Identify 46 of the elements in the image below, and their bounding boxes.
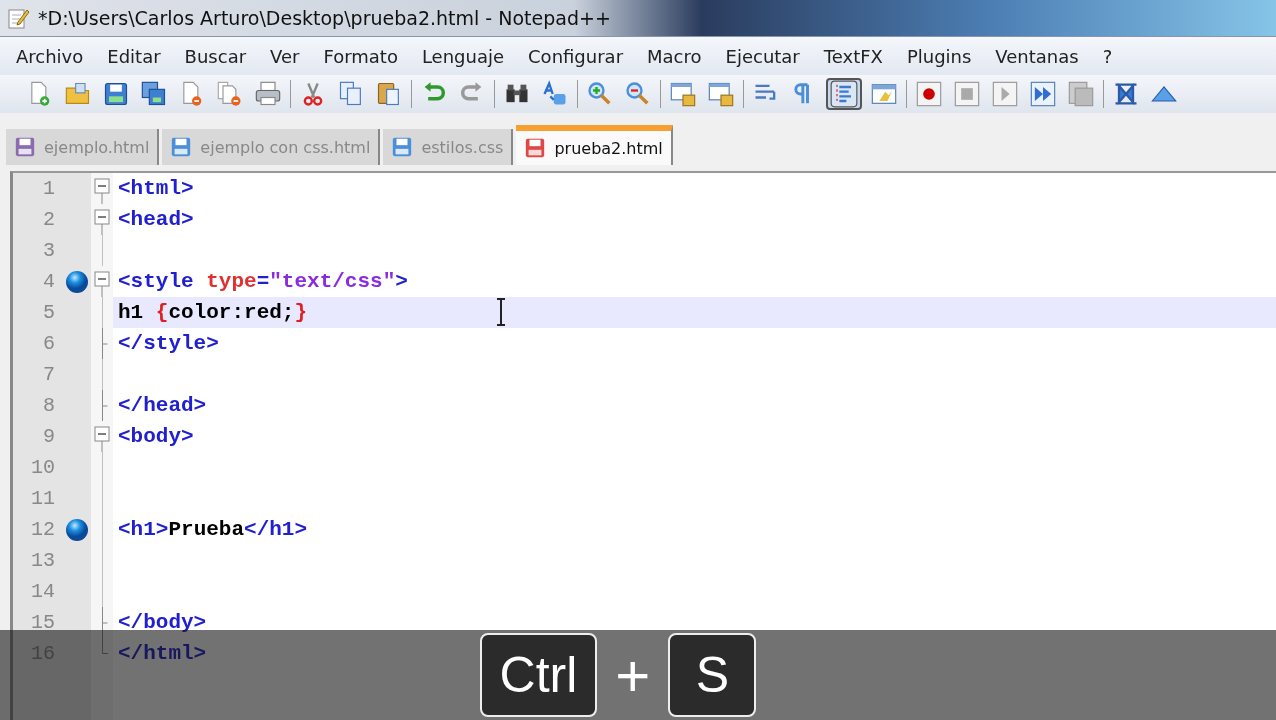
line-number: 6 <box>43 332 55 355</box>
line-number: 13 <box>31 549 55 572</box>
line-number: 4 <box>43 270 55 293</box>
line-number: 7 <box>43 363 55 386</box>
line-number: 5 <box>43 301 55 324</box>
menu-item[interactable]: Ver <box>258 45 312 67</box>
code-line: <style type="text/css"> <box>118 270 408 293</box>
code-line: <h1>Prueba</h1> <box>118 518 308 541</box>
menu-item[interactable]: Buscar <box>172 45 259 67</box>
line-number: 9 <box>43 425 55 448</box>
code-line: <html> <box>118 177 194 200</box>
code-line: </html> <box>118 642 207 665</box>
line-number: 12 <box>31 518 55 541</box>
keyboard-key: S <box>668 633 757 717</box>
menu-item[interactable]: Archivo <box>4 45 96 67</box>
menu-item[interactable]: Formato <box>311 45 410 67</box>
text-cursor-icon <box>495 298 507 326</box>
line-number: 11 <box>31 487 55 510</box>
code-line: h1 {color:red;} <box>118 301 308 324</box>
line-number: 3 <box>43 239 55 262</box>
indent-guide-icon[interactable] <box>826 78 862 110</box>
menu-item[interactable]: Lenguaje <box>409 45 517 67</box>
line-number: 8 <box>43 394 55 417</box>
line-number: 2 <box>43 208 55 231</box>
keyboard-key: Ctrl <box>479 633 598 717</box>
code-line: </style> <box>118 332 219 355</box>
code-line: <body> <box>118 425 194 448</box>
menu-item[interactable]: Plugins <box>894 45 984 67</box>
window-title: *D:\Users\Carlos Arturo\Desktop\prueba2.html - Notepad++ <box>38 7 611 29</box>
menu-item[interactable]: Configurar <box>516 45 636 67</box>
menu-item[interactable]: TextFX <box>811 45 895 67</box>
line-number: 15 <box>31 611 55 634</box>
code-line: <head> <box>118 208 194 231</box>
menu-item[interactable]: Macro <box>635 45 714 67</box>
line-number: 14 <box>31 580 55 603</box>
menu-item[interactable]: Editar <box>95 45 173 67</box>
line-number: 1 <box>43 177 55 200</box>
file-tab[interactable]: prueba2.html <box>516 125 673 165</box>
code-line: </head> <box>118 394 207 417</box>
menu-item[interactable]: ? <box>1090 45 1125 67</box>
code-line: </body> <box>118 611 207 634</box>
menu-item[interactable]: Ejecutar <box>713 45 812 67</box>
notepad-pencil-icon <box>6 6 30 30</box>
menu-item[interactable]: Ventanas <box>983 45 1091 67</box>
line-number: 10 <box>31 456 55 479</box>
plus-sign: + <box>615 640 651 710</box>
